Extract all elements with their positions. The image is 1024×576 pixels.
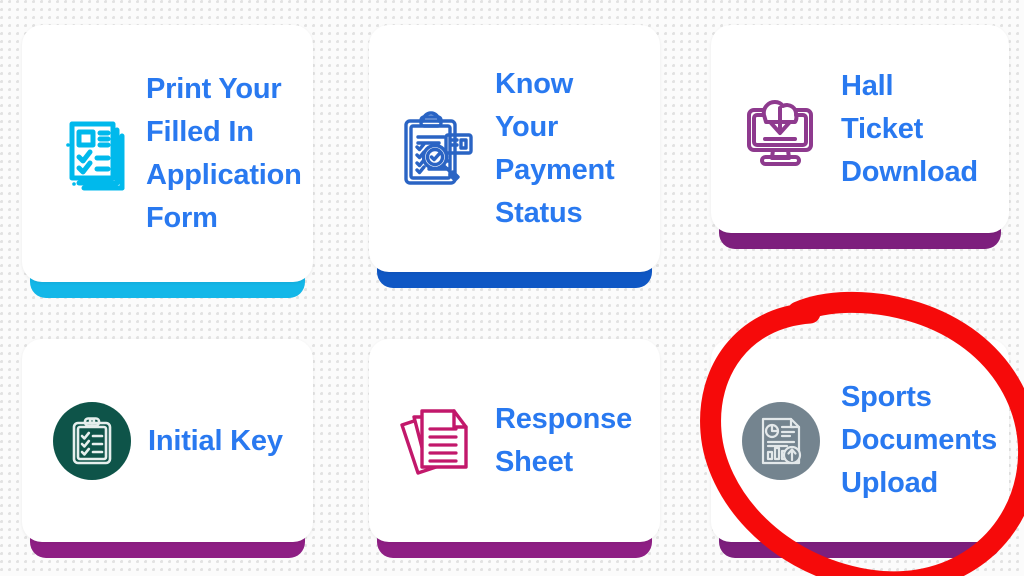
card-label: Response Sheet [495,402,632,478]
card-label: Sports Documents Upload [841,381,998,499]
card-label: Print Your Filled In Application Form [146,72,302,234]
stacked-form-checklist-icon [46,115,138,193]
card-hall-ticket-download[interactable]: Hall Ticket Download [711,25,1009,249]
card-label: Know Your Payment Status [495,67,615,229]
icon-circle-background [742,401,820,480]
cloud-download-monitor-icon [735,91,827,167]
clipboard-magnifier-check-icon [393,109,485,189]
card-body[interactable]: Hall Ticket Download [711,25,1009,233]
service-card-grid: Print Your Filled In Application Form Kn… [0,0,1024,576]
card-body[interactable]: Know Your Payment Status [369,25,660,272]
card-label: Initial Key [148,424,283,457]
card-body[interactable]: Response Sheet [369,339,660,542]
stacked-documents-icon [393,401,485,481]
clipboard-checklist-circle-icon [46,401,138,480]
card-response-sheet[interactable]: Response Sheet [369,339,660,558]
card-initial-key[interactable]: Initial Key [22,339,313,558]
card-know-payment-status[interactable]: Know Your Payment Status [369,25,660,288]
report-upload-circle-icon [735,401,827,480]
card-label: Hall Ticket Download [841,69,978,188]
card-body[interactable]: Sports Documents Upload [711,339,1009,542]
card-print-application-form[interactable]: Print Your Filled In Application Form [22,25,313,298]
icon-circle-background [53,401,131,480]
card-body[interactable]: Initial Key [22,339,313,542]
card-sports-documents-upload[interactable]: Sports Documents Upload [711,339,1009,558]
card-body[interactable]: Print Your Filled In Application Form [22,25,313,282]
